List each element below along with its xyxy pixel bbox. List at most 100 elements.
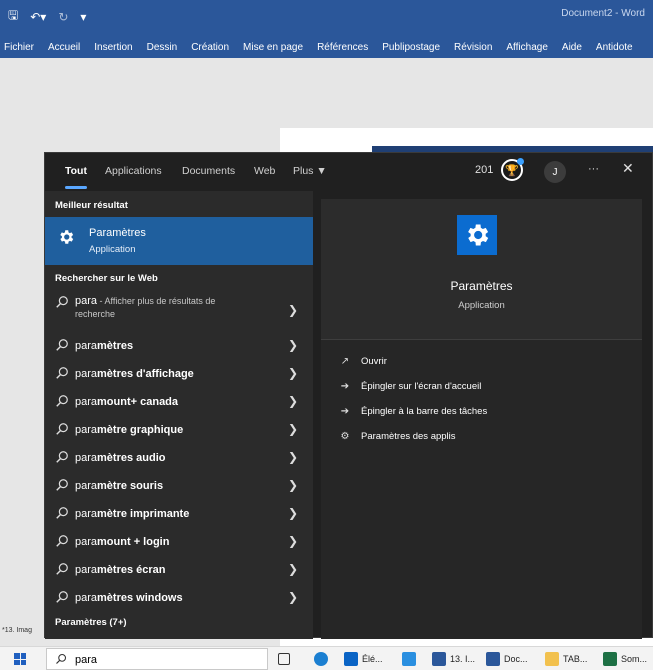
folder-icon — [545, 652, 559, 666]
chevron-right-icon: ❯ — [288, 590, 299, 604]
more-options-button[interactable]: ··· — [588, 163, 599, 175]
list-item[interactable]: paramètres d'affichage ❯ — [45, 360, 313, 387]
excel-icon — [603, 652, 617, 666]
suggestion-text: paramètres windows — [75, 592, 183, 604]
taskbar-item-folder[interactable]: TAB... — [545, 651, 587, 667]
list-item[interactable]: paramount+ canada ❯ — [45, 388, 313, 415]
web-search-more-results[interactable]: para - Afficher plus de résultats de rec… — [45, 289, 313, 329]
tab-tout[interactable]: Tout — [65, 165, 87, 177]
taskbar-search[interactable] — [46, 648, 268, 670]
taskbar-item-word-1[interactable]: 13. I... — [432, 651, 475, 667]
search-flyout: Tout Applications Documents Web Plus ▼ 2… — [44, 152, 653, 639]
word-icon — [432, 652, 446, 666]
action-app-settings[interactable]: ⚙ Paramètres des applis — [339, 426, 456, 446]
search-input[interactable] — [75, 652, 255, 667]
avatar[interactable]: J — [544, 161, 566, 183]
taskbar: Élé... 13. I... Doc... TAB... Som... — [0, 646, 653, 670]
list-item[interactable]: paramètres écran ❯ — [45, 556, 313, 583]
task-view-icon[interactable] — [278, 651, 290, 667]
search-icon — [56, 591, 68, 603]
action-pin-start-label: Épingler sur l'écran d'accueil — [361, 380, 482, 392]
edge-icon[interactable] — [314, 651, 328, 667]
suggestion-text: paramètres écran — [75, 564, 166, 576]
best-match-title: Paramètres — [89, 227, 146, 239]
suggestion-text: paramètre imprimante — [75, 508, 189, 520]
redo-icon[interactable]: ↻ — [58, 10, 68, 24]
list-item[interactable]: paramètre imprimante ❯ — [45, 500, 313, 527]
windows-start-icon[interactable] — [14, 653, 26, 665]
list-item[interactable]: paramètre souris ❯ — [45, 472, 313, 499]
chevron-right-icon: ❯ — [288, 422, 299, 436]
save-icon[interactable]: 🖫 — [8, 6, 18, 27]
tab-plus-label: Plus — [293, 165, 314, 177]
action-pin-taskbar-label: Épingler à la barre des tâches — [361, 405, 488, 417]
ribbon-tab-insertion[interactable]: Insertion — [94, 42, 132, 53]
settings-section-heading[interactable]: Paramètres (7+) — [55, 617, 127, 628]
ribbon-tab-creation[interactable]: Création — [191, 42, 229, 53]
taskbar-item-outlook[interactable]: Élé... — [344, 651, 383, 667]
suggestion-completion: mètre souris — [97, 480, 164, 492]
web-result-text: para - Afficher plus de résultats de — [75, 295, 215, 307]
suggestion-prefix: para — [75, 452, 98, 464]
action-pin-taskbar[interactable]: ➔ Épingler à la barre des tâches — [339, 401, 487, 421]
tab-web[interactable]: Web — [254, 165, 275, 177]
action-app-settings-label: Paramètres des applis — [361, 430, 456, 442]
ribbon-tab-aide[interactable]: Aide — [562, 42, 582, 53]
word-title-bar: 🖫 ↶▾ ↻ ▾ Document2 - Word — [0, 0, 653, 36]
ribbon-tab-references[interactable]: Références — [317, 42, 368, 53]
ribbon-tab-dessin[interactable]: Dessin — [147, 42, 178, 53]
web-result-line2: recherche — [75, 309, 116, 319]
gear-icon — [55, 226, 77, 248]
list-item[interactable]: paramètres audio ❯ — [45, 444, 313, 471]
tab-documents[interactable]: Documents — [182, 165, 235, 177]
ribbon-tab-affichage[interactable]: Affichage — [506, 42, 548, 53]
result-detail-pane: Paramètres Application ↗ Ouvrir ➔ Épingl… — [321, 199, 642, 639]
ribbon-tab-accueil[interactable]: Accueil — [48, 42, 80, 53]
store-icon[interactable] — [402, 651, 416, 667]
outlook-icon — [344, 652, 358, 666]
action-pin-start[interactable]: ➔ Épingler sur l'écran d'accueil — [339, 376, 482, 396]
customize-qat-icon[interactable]: ▾ — [80, 10, 86, 24]
pin-icon: ➔ — [340, 405, 350, 417]
list-item[interactable]: paramount + login ❯ — [45, 528, 313, 555]
taskbar-item-excel[interactable]: Som... — [603, 651, 647, 667]
ribbon-tab-publipostage[interactable]: Publipostage — [382, 42, 440, 53]
search-icon — [56, 296, 68, 308]
list-item[interactable]: paramètres ❯ — [45, 332, 313, 359]
taskbar-item-word-2[interactable]: Doc... — [486, 651, 528, 667]
ribbon-tab-fichier[interactable]: Fichier — [4, 42, 34, 53]
search-icon — [56, 479, 68, 491]
tab-applications[interactable]: Applications — [105, 165, 162, 177]
rewards-points[interactable]: 201 — [475, 164, 493, 176]
chevron-right-icon: ❯ — [288, 303, 299, 317]
list-item[interactable]: paramètre graphique ❯ — [45, 416, 313, 443]
pin-icon: ➔ — [340, 380, 350, 392]
search-icon — [56, 451, 68, 463]
best-match-item[interactable]: Paramètres Application — [45, 217, 313, 265]
suggestion-completion: mount+ canada — [97, 396, 179, 408]
close-button[interactable]: ✕ — [622, 160, 634, 177]
ribbon-tab-revision[interactable]: Révision — [454, 42, 492, 53]
list-item[interactable]: paramètres windows ❯ — [45, 584, 313, 611]
search-filter-tabs: Tout Applications Documents Web Plus ▼ 2… — [45, 153, 653, 189]
ribbon-tab-antidote[interactable]: Antidote — [596, 42, 633, 53]
suggestion-text: paramètres — [75, 340, 133, 352]
best-match-subtitle: Application — [89, 244, 136, 255]
detail-subtitle: Application — [458, 300, 505, 311]
ribbon-tabs: Fichier Accueil Insertion Dessin Créatio… — [0, 36, 653, 58]
open-icon: ↗ — [340, 355, 350, 367]
tab-plus[interactable]: Plus ▼ — [293, 165, 327, 177]
action-open[interactable]: ↗ Ouvrir — [339, 351, 387, 371]
taskbar-item-label: Élé... — [362, 654, 383, 664]
detail-divider — [321, 339, 642, 340]
taskbar-item-label: 13. I... — [450, 654, 476, 664]
best-match-heading: Meilleur résultat — [55, 200, 128, 211]
word-icon — [486, 652, 500, 666]
ribbon-tab-mise-en-page[interactable]: Mise en page — [243, 42, 303, 53]
search-icon — [56, 563, 68, 575]
undo-icon[interactable]: ↶▾ — [30, 10, 46, 24]
status-text: *13. Imag — [2, 627, 32, 634]
web-result-rest: - Afficher plus de résultats de — [97, 296, 216, 306]
suggestion-completion: mètres windows — [97, 592, 183, 604]
detail-header: Paramètres Application — [321, 199, 642, 339]
